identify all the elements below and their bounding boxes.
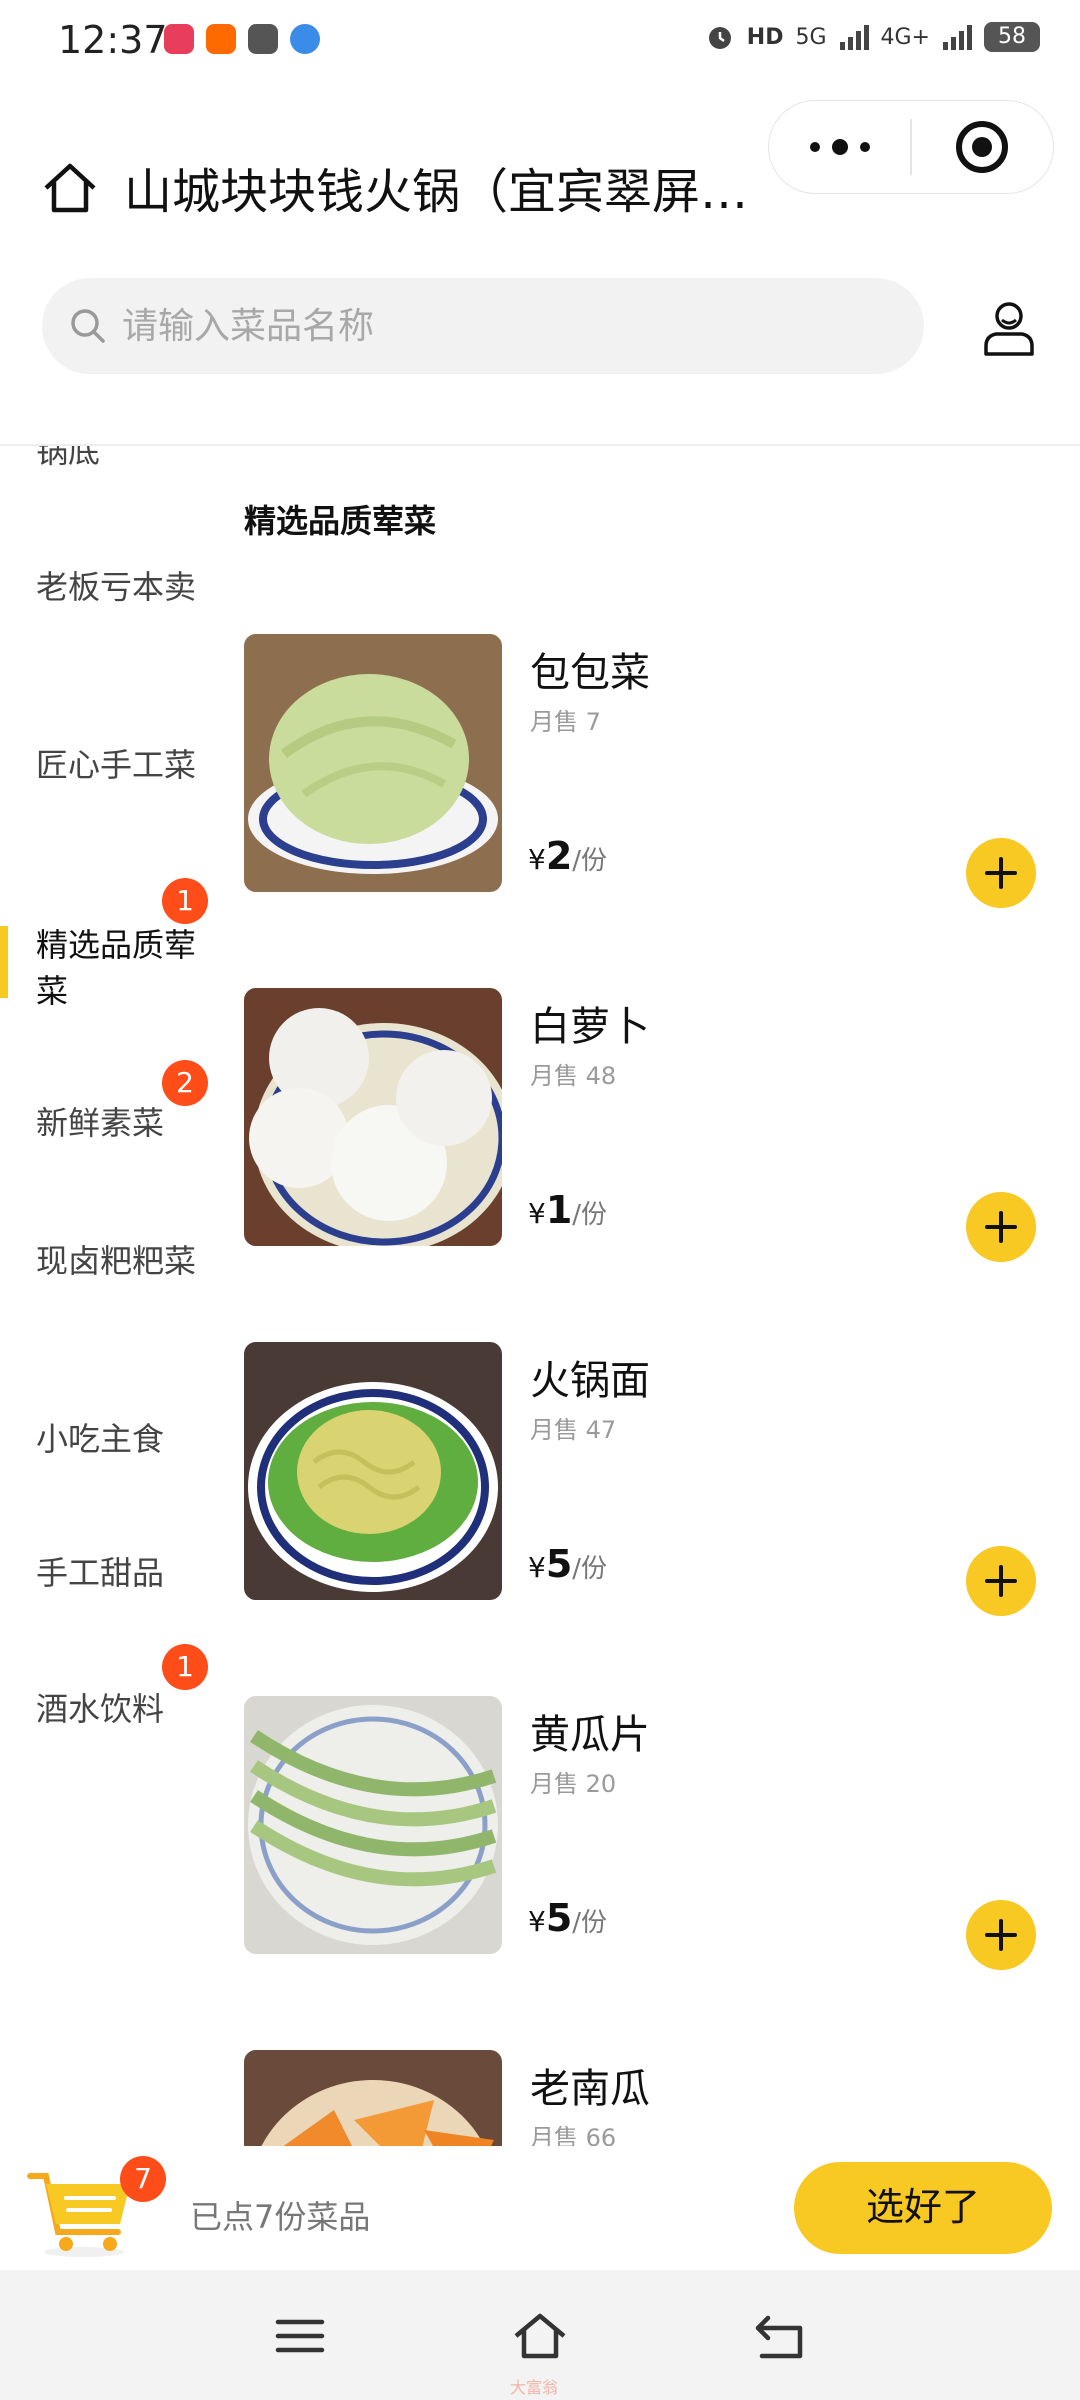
product-monthly-sales: 月售 7 — [530, 708, 601, 736]
4g-signal-label: 4G+ — [880, 24, 930, 50]
plus-icon — [985, 857, 1017, 889]
home-nav-icon[interactable] — [512, 2308, 568, 2364]
product-image-hotpot-noodles — [244, 1342, 502, 1600]
sidebar-item[interactable]: 老板亏本卖 — [0, 564, 222, 610]
product-name: 老南瓜 — [530, 2066, 650, 2112]
sidebar-item[interactable]: 小吃主食 — [0, 1416, 222, 1462]
product-name: 包包菜 — [530, 650, 650, 696]
product-item[interactable]: 黄瓜片 月售 20 ¥5/份 — [244, 1696, 1044, 1970]
sidebar-item-partial[interactable]: 锅底 — [0, 446, 222, 474]
cart-bar: 7 已点7份菜品 选好了 — [0, 2146, 1080, 2270]
shop-title: 山城块块钱火锅（宜宾翠屏… — [124, 164, 749, 220]
search-icon — [71, 309, 105, 343]
sidebar-item-label: 精选品质荤菜 — [36, 926, 197, 1010]
signal-icon — [839, 25, 869, 50]
taobao-icon — [206, 24, 236, 54]
menu-icon[interactable] — [272, 2308, 328, 2364]
add-to-cart-button[interactable] — [966, 1192, 1036, 1262]
status-indicators: HD 5G 4G+ 58 — [705, 22, 1040, 52]
signal-icon — [943, 25, 972, 50]
add-to-cart-button[interactable] — [966, 1900, 1036, 1970]
target-icon — [956, 121, 1009, 173]
cart-count-badge: 7 — [120, 2156, 166, 2202]
sidebar-item[interactable]: 手工甜品 — [0, 1550, 222, 1596]
product-price: ¥2/份 — [528, 834, 608, 878]
product-monthly-sales: 月售 47 — [530, 1416, 617, 1444]
sidebar-item[interactable]: 新鲜素菜 — [0, 1100, 222, 1146]
product-image-pumpkin — [244, 2050, 502, 2146]
alarm-icon — [708, 27, 731, 49]
5g-signal-label: 5G — [795, 24, 827, 50]
close-miniprogram-button[interactable] — [912, 101, 1053, 193]
add-to-cart-button[interactable] — [966, 838, 1036, 908]
product-item[interactable]: 包包菜 月售 7 ¥2/份 — [244, 634, 1044, 908]
product-price: ¥5/份 — [528, 1542, 608, 1586]
sidebar-item-label: 手工甜品 — [36, 1554, 165, 1592]
section-title: 精选品质荤菜 — [244, 502, 437, 540]
category-badge: 2 — [162, 1060, 208, 1106]
dot-icon — [859, 142, 870, 152]
sidebar-item-label: 新鲜素菜 — [36, 1104, 165, 1142]
product-image-cabbage — [244, 634, 502, 892]
sidebar-item-label: 小吃主食 — [36, 1420, 165, 1458]
product-price: ¥5/份 — [528, 1896, 608, 1940]
cart-summary: 已点7份菜品 — [190, 2198, 371, 2236]
category-badge: 1 — [162, 1644, 208, 1690]
battery-icon: 58 — [984, 22, 1040, 52]
system-nav-bar: 大富翁 — [0, 2270, 1080, 2400]
app-notification-icon — [290, 24, 320, 54]
sidebar-item-label: 匠心手工菜 — [36, 746, 197, 784]
product-item[interactable]: 老南瓜 月售 66 — [244, 2050, 1044, 2146]
status-app-icons — [164, 24, 320, 54]
product-name: 火锅面 — [530, 1358, 650, 1404]
add-to-cart-button[interactable] — [966, 1546, 1036, 1616]
search-bar[interactable] — [42, 278, 924, 374]
plus-icon — [985, 1211, 1017, 1243]
sidebar-item-label: 现卤粑粑菜 — [36, 1242, 197, 1280]
miniprogram-capsule — [768, 100, 1054, 194]
product-price: ¥1/份 — [528, 1188, 608, 1232]
back-icon[interactable] — [752, 2308, 808, 2364]
product-image-radish — [244, 988, 502, 1246]
sidebar-item[interactable]: 酒水饮料 — [0, 1686, 222, 1732]
product-item[interactable]: 火锅面 月售 47 ¥5/份 — [244, 1342, 1044, 1616]
product-monthly-sales: 月售 20 — [530, 1770, 617, 1798]
sidebar-item-label: 老板亏本卖 — [36, 568, 197, 606]
hd-label: HD — [746, 24, 784, 50]
category-badge: 1 — [162, 878, 208, 924]
home-icon[interactable] — [40, 158, 100, 218]
app-notification-icon — [248, 24, 278, 54]
app-notification-icon — [164, 24, 194, 54]
product-item[interactable]: 白萝卜 月售 48 ¥1/份 — [244, 988, 1044, 1262]
product-monthly-sales: 月售 66 — [530, 2124, 617, 2146]
profile-icon[interactable] — [978, 296, 1040, 358]
sidebar-item-active[interactable]: 精选品质荤菜 — [0, 922, 222, 1014]
checkout-button[interactable]: 选好了 — [794, 2162, 1052, 2254]
plus-icon — [985, 1919, 1017, 1951]
product-name: 黄瓜片 — [530, 1712, 650, 1758]
product-monthly-sales: 月售 48 — [530, 1062, 617, 1090]
plus-icon — [985, 1565, 1017, 1597]
product-name: 白萝卜 — [530, 1004, 650, 1050]
status-time: 12:37 — [58, 18, 168, 62]
search-input[interactable] — [122, 305, 902, 347]
category-sidebar: 锅底 老板亏本卖 匠心手工菜 精选品质荤菜 1 新鲜素菜 2 现卤粑粑菜 小吃主… — [0, 446, 222, 2146]
dot-icon — [831, 139, 848, 155]
more-options-button[interactable] — [769, 101, 910, 193]
product-image-cucumber — [244, 1696, 502, 1954]
sidebar-item[interactable]: 匠心手工菜 — [0, 742, 222, 788]
dot-icon — [809, 142, 820, 152]
sidebar-item-label: 酒水饮料 — [36, 1690, 165, 1728]
status-bar: 12:37 HD 5G 4G+ 58 — [0, 0, 1080, 84]
sidebar-item[interactable]: 现卤粑粑菜 — [0, 1238, 222, 1284]
watermark: 大富翁 — [510, 2378, 559, 2397]
